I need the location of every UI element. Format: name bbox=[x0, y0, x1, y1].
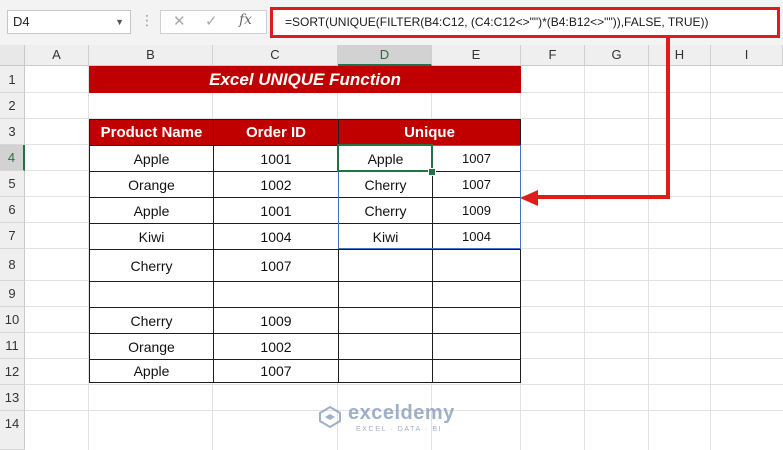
row-header-1[interactable]: 1 bbox=[0, 66, 25, 93]
column-header-g[interactable]: G bbox=[585, 45, 649, 66]
cell-d8[interactable] bbox=[338, 249, 433, 282]
name-box-value: D4 bbox=[13, 14, 30, 29]
enter-icon[interactable]: ✓ bbox=[205, 12, 218, 30]
header-unique[interactable]: Unique bbox=[338, 119, 521, 146]
cell-c11[interactable]: 1002 bbox=[213, 333, 339, 360]
cell-b7[interactable]: Kiwi bbox=[89, 223, 214, 250]
row-header-11[interactable]: 11 bbox=[0, 333, 25, 359]
column-header-h[interactable]: H bbox=[649, 45, 711, 66]
cell-c9[interactable] bbox=[213, 281, 339, 308]
row-header-3[interactable]: 3 bbox=[0, 119, 25, 145]
row-header-2[interactable]: 2 bbox=[0, 93, 25, 119]
cell-c6[interactable]: 1001 bbox=[213, 197, 339, 224]
sheet-title[interactable]: Excel UNIQUE Function bbox=[89, 66, 521, 93]
cell-d9[interactable] bbox=[338, 281, 433, 308]
cell-d11[interactable] bbox=[338, 333, 433, 360]
cell-c10[interactable]: 1009 bbox=[213, 307, 339, 334]
select-all-corner[interactable] bbox=[0, 45, 25, 66]
cell-b9[interactable] bbox=[89, 281, 214, 308]
column-header-a[interactable]: A bbox=[25, 45, 89, 66]
row-header-10[interactable]: 10 bbox=[0, 307, 25, 333]
callout-arrow-icon bbox=[520, 190, 538, 206]
cell-e6[interactable]: 1009 bbox=[432, 197, 521, 224]
more-options-icon[interactable]: ⋮ bbox=[140, 12, 154, 29]
header-product-name[interactable]: Product Name bbox=[89, 119, 214, 146]
name-box[interactable]: D4 ▼ bbox=[7, 10, 131, 34]
row-header-7[interactable]: 7 bbox=[0, 223, 25, 249]
cell-d5[interactable]: Cherry bbox=[338, 171, 433, 198]
cell-e7[interactable]: 1004 bbox=[432, 223, 521, 250]
cell-b5[interactable]: Orange bbox=[89, 171, 214, 198]
cell-b8[interactable]: Cherry bbox=[89, 249, 214, 282]
column-header-i[interactable]: I bbox=[711, 45, 783, 66]
cancel-icon[interactable]: ✕ bbox=[173, 12, 186, 30]
cell-d7[interactable]: Kiwi bbox=[338, 223, 433, 250]
cell-e4[interactable]: 1007 bbox=[432, 145, 521, 172]
cell-e10[interactable] bbox=[432, 307, 521, 334]
formula-buttons: ✕ ✓ fx bbox=[160, 10, 267, 34]
row-header-14[interactable]: 14 bbox=[0, 411, 25, 450]
cell-c8[interactable]: 1007 bbox=[213, 249, 339, 282]
cell-c12[interactable]: 1007 bbox=[213, 359, 339, 383]
column-header-c[interactable]: C bbox=[213, 45, 338, 66]
column-header-b[interactable]: B bbox=[89, 45, 213, 66]
row-header-6[interactable]: 6 bbox=[0, 197, 25, 223]
cell-d6[interactable]: Cherry bbox=[338, 197, 433, 224]
formula-input[interactable]: =SORT(UNIQUE(FILTER(B4:C12, (C4:C12<>"")… bbox=[270, 7, 780, 38]
exceldemy-watermark: exceldemy EXCEL · DATA · BI bbox=[318, 402, 468, 434]
watermark-name: exceldemy bbox=[348, 402, 455, 424]
cell-e12[interactable] bbox=[432, 359, 521, 383]
cell-b4[interactable]: Apple bbox=[89, 145, 214, 172]
callout-line-horizontal bbox=[536, 195, 670, 199]
cell-d4[interactable]: Apple bbox=[338, 145, 433, 172]
cell-d12[interactable] bbox=[338, 359, 433, 383]
cell-e11[interactable] bbox=[432, 333, 521, 360]
exceldemy-logo-icon bbox=[319, 406, 341, 428]
cell-b6[interactable]: Apple bbox=[89, 197, 214, 224]
row-header-8[interactable]: 8 bbox=[0, 249, 25, 281]
column-header-f[interactable]: F bbox=[521, 45, 585, 66]
callout-line-vertical bbox=[666, 37, 670, 199]
cell-d10[interactable] bbox=[338, 307, 433, 334]
cell-c7[interactable]: 1004 bbox=[213, 223, 339, 250]
watermark-tagline: EXCEL · DATA · BI bbox=[356, 426, 443, 433]
row-header-9[interactable]: 9 bbox=[0, 281, 25, 307]
cell-b12[interactable]: Apple bbox=[89, 359, 214, 383]
column-header-d[interactable]: D bbox=[338, 45, 432, 66]
cell-b10[interactable]: Cherry bbox=[89, 307, 214, 334]
row-header-12[interactable]: 12 bbox=[0, 359, 25, 385]
cell-b11[interactable]: Orange bbox=[89, 333, 214, 360]
insert-function-icon[interactable]: fx bbox=[239, 12, 252, 28]
cell-c4[interactable]: 1001 bbox=[213, 145, 339, 172]
cell-e5[interactable]: 1007 bbox=[432, 171, 521, 198]
chevron-down-icon[interactable]: ▼ bbox=[115, 11, 124, 33]
column-header-e[interactable]: E bbox=[432, 45, 521, 66]
header-order-id[interactable]: Order ID bbox=[213, 119, 339, 146]
row-header-5[interactable]: 5 bbox=[0, 171, 25, 197]
cell-e9[interactable] bbox=[432, 281, 521, 308]
cell-e8[interactable] bbox=[432, 249, 521, 282]
row-header-4[interactable]: 4 bbox=[0, 145, 25, 171]
cell-c5[interactable]: 1002 bbox=[213, 171, 339, 198]
row-header-13[interactable]: 13 bbox=[0, 385, 25, 411]
